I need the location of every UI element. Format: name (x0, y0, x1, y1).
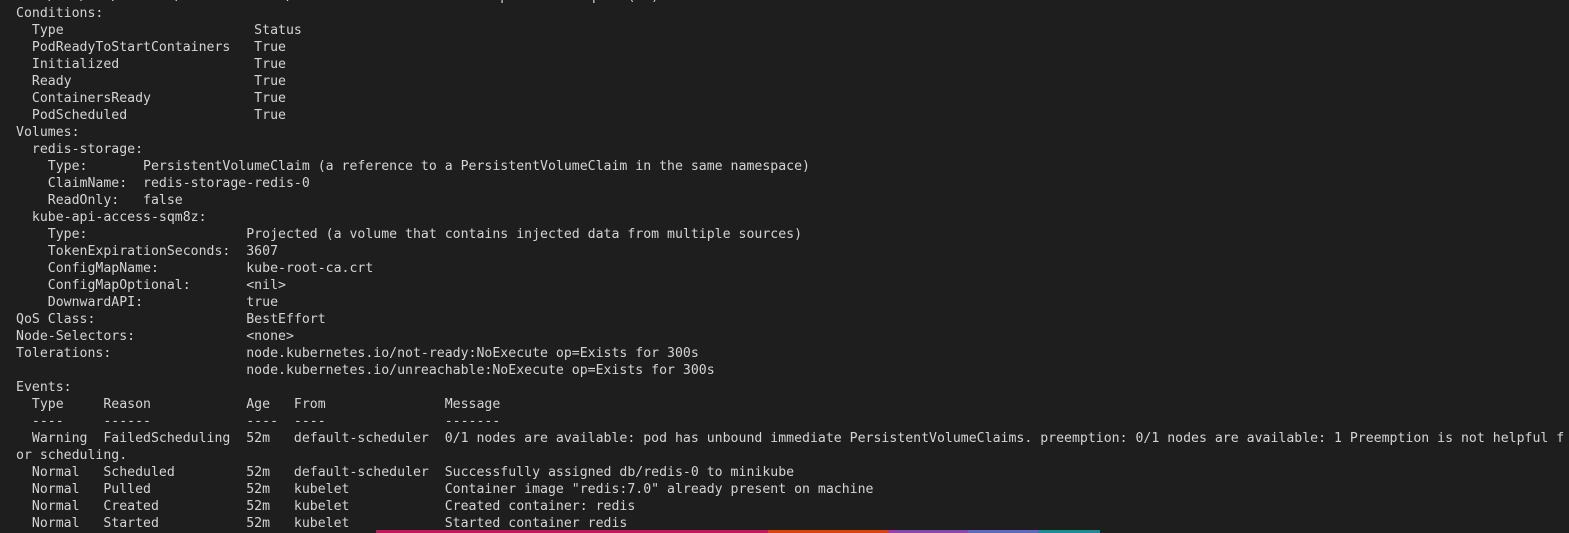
terminal-line: Warning FailedScheduling 52m default-sch… (16, 431, 1565, 446)
terminal-line: ConfigMapName: kube-root-ca.crt (16, 261, 374, 276)
terminal-line: Type: Projected (a volume that contains … (16, 227, 803, 242)
terminal-line: kube-api-access-sqm8z: (16, 210, 207, 225)
terminal-line: Type: PersistentVolumeClaim (a reference… (16, 159, 810, 174)
terminal-line: Type Reason Age From Message (16, 397, 501, 412)
terminal-line: or scheduling. (16, 448, 128, 463)
terminal-line: DownwardAPI: true (16, 295, 279, 310)
terminal-line: redis-storage: (16, 142, 144, 157)
terminal-line: PodReadyToStartContainers True (16, 40, 286, 55)
terminal-line: Volumes: (16, 125, 80, 140)
terminal-line: Type Status (16, 23, 302, 38)
terminal-line: Normal Created 52m kubelet Created conta… (16, 499, 636, 514)
terminal-line: Node-Selectors: <none> (16, 329, 294, 344)
terminal-line: Events: (16, 380, 72, 395)
terminal-line: Initialized True (16, 57, 286, 72)
terminal-line: ConfigMapOptional: <nil> (16, 278, 286, 293)
terminal-line: PodScheduled True (16, 108, 286, 123)
terminal-line: ContainersReady True (16, 91, 286, 106)
terminal-line: ---- ------ ---- ---- ------- (16, 414, 501, 429)
terminal-line: Tolerations: node.kubernetes.io/not-read… (16, 346, 699, 361)
terminal-line: Ready True (16, 74, 286, 89)
terminal-line: Normal Pulled 52m kubelet Container imag… (16, 482, 874, 497)
terminal-line: TokenExpirationSeconds: 3607 (16, 244, 279, 259)
terminal-line: QoS Class: BestEffort (16, 312, 326, 327)
terminal-line: Normal Scheduled 52m default-scheduler S… (16, 465, 795, 480)
terminal-line: ClaimName: redis-storage-redis-0 (16, 176, 310, 191)
terminal-line: Conditions: (16, 6, 104, 21)
terminal-output: /var/run/secrets/kubernetes.io/serviceac… (16, 0, 1564, 532)
terminal-line: ReadOnly: false (16, 193, 183, 208)
terminal-window[interactable]: /var/run/secrets/kubernetes.io/serviceac… (0, 0, 1569, 533)
terminal-line: node.kubernetes.io/unreachable:NoExecute… (16, 363, 715, 378)
